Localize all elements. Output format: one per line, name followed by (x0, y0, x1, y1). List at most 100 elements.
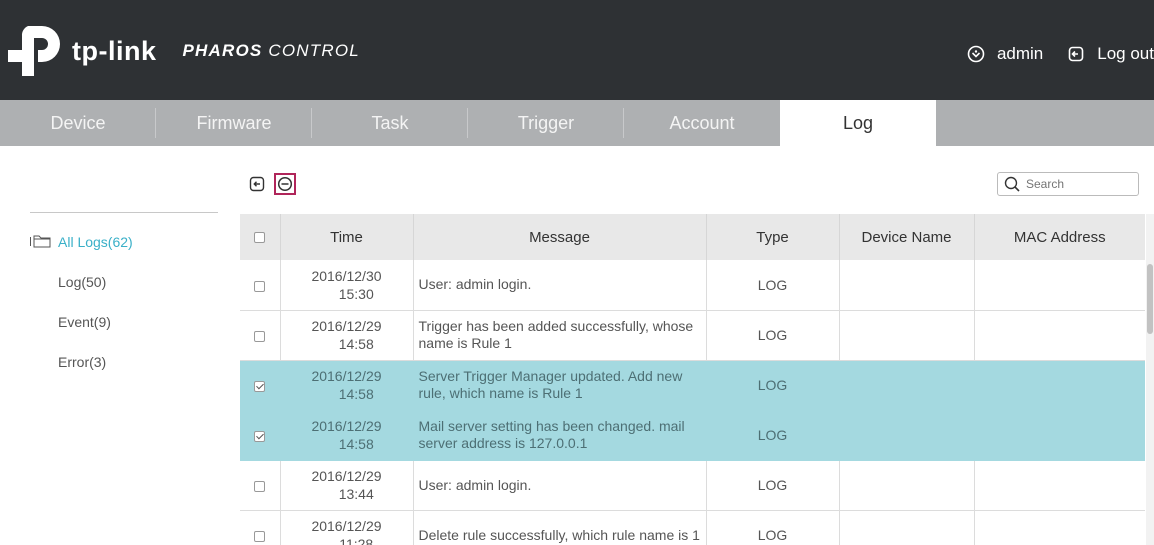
brand-name: tp-link (72, 35, 157, 66)
log-table-container: Time Message Type Device Name MAC Addres… (240, 214, 1145, 545)
tp-link-logo-icon (8, 26, 60, 76)
tree-item-label: All Logs(62) (58, 234, 133, 250)
device-name-cell (839, 510, 975, 545)
row-checkbox[interactable] (254, 330, 266, 342)
log-category-tree: All Logs(62) Log(50) Event(9) Error(3) (30, 212, 218, 393)
tree-item-log[interactable]: Log(50) (30, 273, 218, 313)
message-cell: Trigger has been added successfully, who… (413, 310, 707, 361)
folder-icon (30, 235, 51, 248)
time-cell: 2016/12/29 13:44 (280, 460, 414, 511)
app-header: tp-link PHAROS CONTROL admin Log out (0, 0, 1154, 100)
column-header-mac-address[interactable]: MAC Address (974, 214, 1145, 260)
row-select-cell (240, 310, 281, 361)
export-icon (249, 176, 265, 192)
scrollbar-thumb[interactable] (1147, 264, 1153, 334)
row-checkbox[interactable] (254, 480, 266, 492)
device-name-cell (839, 260, 975, 311)
product-name: PHAROS CONTROL (183, 41, 360, 61)
row-checkbox[interactable] (254, 280, 266, 292)
time-clock: 14:58 (338, 336, 374, 352)
type-cell: LOG (706, 310, 840, 361)
table-toolbar (246, 173, 302, 195)
user-area: admin Log out (967, 44, 1154, 64)
tree-item-error[interactable]: Error(3) (30, 353, 218, 393)
logout-link[interactable]: Log out (1097, 44, 1154, 64)
mac-address-cell (974, 510, 1145, 545)
time-cell: 2016/12/29 14:58 (280, 310, 414, 361)
message-cell: Mail server setting has been changed. ma… (413, 410, 707, 461)
table-row[interactable]: 2016/12/29 13:44 User: admin login. LOG (240, 460, 1145, 511)
type-cell: LOG (706, 460, 840, 511)
tab-task[interactable]: Task (312, 100, 468, 146)
time-cell: 2016/12/30 15:30 (280, 260, 414, 311)
search-icon (1004, 176, 1020, 192)
delete-button[interactable] (274, 173, 296, 195)
message-cell: User: admin login. (413, 260, 707, 311)
mac-address-cell (974, 360, 1145, 411)
tab-log[interactable]: Log (780, 100, 936, 146)
select-all-cell (240, 214, 281, 260)
row-checkbox[interactable] (254, 530, 266, 542)
tab-device[interactable]: Device (0, 100, 156, 146)
time-date: 2016/12/29 (311, 418, 382, 434)
table-row[interactable]: 2016/12/30 15:30 User: admin login. LOG (240, 260, 1145, 311)
product-name-bold: PHAROS (182, 41, 263, 60)
time-clock: 15:30 (338, 285, 374, 302)
table-header-row: Time Message Type Device Name MAC Addres… (240, 214, 1145, 260)
search-box[interactable] (997, 172, 1139, 196)
time-cell: 2016/12/29 14:58 (280, 360, 414, 411)
mac-address-cell (974, 410, 1145, 461)
time-date: 2016/12/30 (311, 267, 382, 284)
message-cell: Delete rule successfully, which rule nam… (413, 510, 707, 545)
remove-circle-icon (277, 176, 293, 192)
tree-item-all-logs[interactable]: All Logs(62) (30, 233, 218, 273)
time-clock: 11:28 (339, 536, 374, 545)
tab-account[interactable]: Account (624, 100, 780, 146)
message-cell: Server Trigger Manager updated. Add new … (413, 360, 707, 411)
type-cell: LOG (706, 410, 840, 461)
device-name-cell (839, 460, 975, 511)
column-header-type[interactable]: Type (706, 214, 840, 260)
table-row[interactable]: 2016/12/29 11:28 Delete rule successfull… (240, 510, 1145, 545)
row-select-cell (240, 260, 281, 311)
type-cell: LOG (706, 260, 840, 311)
message-cell: User: admin login. (413, 460, 707, 511)
select-all-checkbox[interactable] (254, 232, 266, 244)
type-cell: LOG (706, 360, 840, 411)
type-cell: LOG (706, 510, 840, 545)
device-name-cell (839, 360, 975, 411)
main-tabs: Device Firmware Task Trigger Account Log (0, 100, 1154, 146)
column-header-time[interactable]: Time (280, 214, 414, 260)
log-table: Time Message Type Device Name MAC Addres… (240, 214, 1145, 545)
row-checkbox-checked[interactable] (254, 380, 266, 392)
device-name-cell (839, 410, 975, 461)
table-row-selected[interactable]: 2016/12/29 14:58 Server Trigger Manager … (240, 360, 1145, 411)
column-header-device-name[interactable]: Device Name (839, 214, 975, 260)
table-scrollbar[interactable] (1146, 214, 1154, 545)
tab-firmware[interactable]: Firmware (156, 100, 312, 146)
time-date: 2016/12/29 (311, 368, 382, 384)
time-clock: 14:58 (338, 386, 374, 402)
search-input[interactable] (1026, 177, 1126, 191)
time-date: 2016/12/29 (311, 468, 382, 484)
tp-link-logo: tp-link PHAROS CONTROL (8, 22, 360, 80)
export-button[interactable] (246, 173, 268, 195)
user-name[interactable]: admin (997, 44, 1043, 64)
time-clock: 13:44 (338, 486, 374, 502)
time-cell: 2016/12/29 14:58 (280, 410, 414, 461)
time-date: 2016/12/29 (311, 318, 382, 334)
time-date: 2016/12/29 (311, 518, 382, 534)
table-row[interactable]: 2016/12/29 14:58 Trigger has been added … (240, 310, 1145, 361)
column-header-message[interactable]: Message (413, 214, 707, 260)
table-row-selected[interactable]: 2016/12/29 14:58 Mail server setting has… (240, 410, 1145, 461)
mac-address-cell (974, 260, 1145, 311)
row-checkbox-checked[interactable] (254, 430, 266, 442)
user-circle-icon[interactable] (967, 45, 985, 63)
logout-icon[interactable] (1067, 45, 1085, 63)
row-select-cell (240, 410, 281, 461)
tab-trigger[interactable]: Trigger (468, 100, 624, 146)
product-name-light: CONTROL (268, 41, 360, 60)
row-select-cell (240, 510, 281, 545)
tree-item-event[interactable]: Event(9) (30, 313, 218, 353)
sidebar-divider (30, 212, 218, 213)
